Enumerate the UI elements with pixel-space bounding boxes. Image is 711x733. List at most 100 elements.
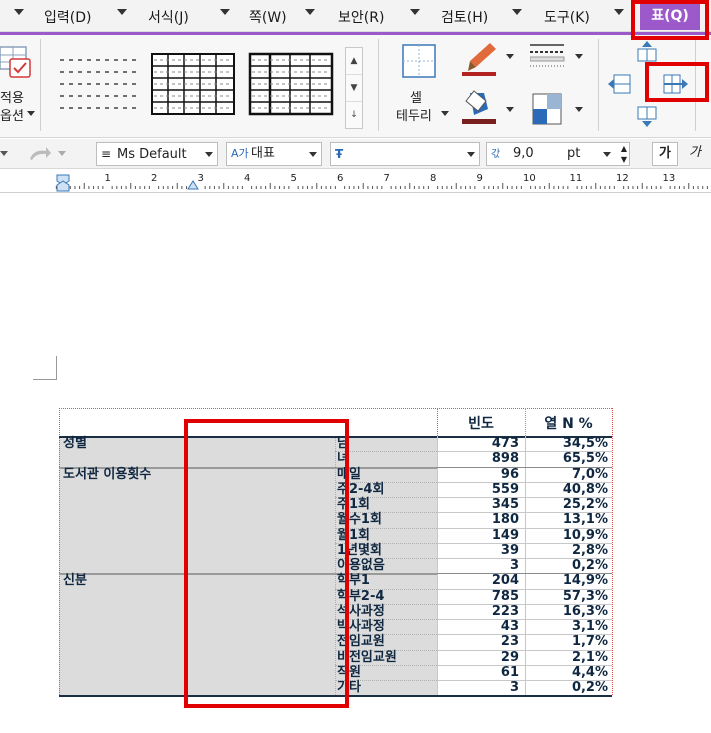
- redo-dropdown-icon[interactable]: [58, 151, 66, 157]
- frequency-value: 61: [500, 664, 519, 680]
- ruler-number: 11: [570, 173, 583, 184]
- font-size-value: 9,0: [513, 146, 534, 161]
- insert-above-icon[interactable]: [636, 41, 658, 63]
- menu-dropdown-arrow-icon[interactable]: [305, 9, 315, 15]
- row-line: [335, 451, 437, 453]
- table-left-guide: [59, 408, 60, 696]
- font-name-dropdown-icon[interactable]: [467, 152, 475, 157]
- highlight-table-menu: [631, 0, 709, 40]
- group-rule: [437, 573, 612, 575]
- frequency-value: 204: [491, 573, 519, 589]
- frequency-value: 96: [500, 466, 519, 482]
- ruler-number: 5: [291, 173, 297, 184]
- frequency-value: 473: [491, 436, 519, 451]
- apply-options-label-1: 적용: [0, 91, 24, 106]
- italic-button[interactable]: 가: [682, 142, 708, 166]
- percent-value: 3,1%: [571, 619, 608, 634]
- percent-value: 2,8%: [571, 542, 608, 558]
- menu-item-review[interactable]: 검토(H): [441, 7, 488, 27]
- scroll-more-icon[interactable]: ↓: [346, 102, 362, 129]
- percent-value: 34,5%: [562, 436, 608, 451]
- frequency-value: 345: [491, 497, 519, 512]
- apply-options-dropdown-icon[interactable]: [27, 111, 35, 117]
- menu-dropdown-arrow-icon[interactable]: [512, 9, 522, 15]
- ruler-number: 3: [198, 173, 204, 184]
- table-style-grid[interactable]: [150, 50, 236, 118]
- toolbar-dropdown-icon[interactable]: [0, 151, 8, 157]
- frequency-value: 785: [491, 588, 519, 604]
- font-size-spin-icon[interactable]: ▲ ▼: [621, 143, 627, 165]
- menu-bar: 입력(D) 서식(J) 쪽(W) 보안(R) 검토(H) 도구(K) 표(Q): [0, 0, 711, 32]
- percent-value: 14,9%: [562, 573, 608, 589]
- percent-value: 0,2%: [571, 558, 608, 573]
- font-icon: A가: [231, 147, 249, 160]
- insert-below-icon[interactable]: [636, 105, 658, 129]
- font-dropdown-icon[interactable]: [309, 152, 317, 157]
- table-ribbon: 적용 옵션 ▲ ▼ ↓ 셀 테두리: [0, 35, 711, 138]
- ribbon-separator: [598, 39, 599, 131]
- font-size-unit-dropdown-icon[interactable]: [603, 152, 611, 157]
- cell-fill-icon[interactable]: [460, 87, 500, 125]
- style-combo[interactable]: ≡ Ms Default: [96, 142, 218, 166]
- table-right-guide: [612, 408, 613, 696]
- style-dropdown-icon[interactable]: [205, 152, 213, 157]
- ruler-number: 2: [151, 173, 157, 184]
- line-style-dropdown-icon[interactable]: [575, 54, 583, 60]
- ruler-number: 8: [430, 173, 436, 184]
- page-margin-corner-mark: [33, 356, 57, 380]
- line-style-icon[interactable]: [530, 41, 566, 69]
- font-combo[interactable]: A가 대표: [226, 142, 322, 166]
- menu-dropdown-arrow-icon[interactable]: [614, 9, 624, 15]
- horizontal-ruler[interactable]: 1 2 3 4 5 6 7 8 9 10 11 12 13: [0, 169, 711, 193]
- cell-shade-dropdown-icon[interactable]: [575, 107, 583, 113]
- frequency-value: 223: [491, 603, 519, 619]
- apply-options-label-2: 옵션: [0, 109, 24, 124]
- bold-button[interactable]: 가: [652, 142, 678, 166]
- insert-left-icon[interactable]: [608, 73, 632, 95]
- table-style-grid-heavy[interactable]: [248, 50, 334, 118]
- highlight-inserted-column: [184, 419, 349, 708]
- cell-border-dropdown-icon[interactable]: [441, 111, 449, 117]
- header-top-guide: [59, 408, 612, 409]
- menu-dropdown-arrow-icon[interactable]: [410, 9, 420, 15]
- font-value: 대표: [251, 146, 275, 161]
- frequency-value: 3: [509, 558, 519, 573]
- cell-fill-dropdown-icon[interactable]: [506, 107, 514, 113]
- font-name-combo[interactable]: Ŧ: [330, 142, 480, 166]
- menu-item-format[interactable]: 서식(J): [148, 7, 189, 27]
- table-style-dashed[interactable]: [56, 50, 142, 118]
- menu-item-security[interactable]: 보안(R): [338, 7, 384, 27]
- font-size-icon: 갃: [491, 149, 501, 160]
- menu-item-input[interactable]: 입력(D): [44, 7, 91, 27]
- cell-border-icon[interactable]: [401, 43, 437, 79]
- frequency-value: 3: [509, 680, 519, 695]
- menu-dropdown-arrow-icon[interactable]: [220, 9, 230, 15]
- border-pen-dropdown-icon[interactable]: [506, 54, 514, 60]
- scroll-down-icon[interactable]: ▼: [346, 75, 362, 102]
- percent-value: 1,7%: [571, 634, 608, 650]
- border-pen-icon[interactable]: [460, 41, 500, 77]
- percent-value: 40,8%: [562, 481, 608, 497]
- ruler-number: 7: [384, 173, 390, 184]
- menu-item-page[interactable]: 쪽(W): [249, 7, 287, 27]
- ruler-number: 4: [244, 173, 250, 184]
- paragraph-style-icon: ≡: [101, 147, 112, 161]
- cell-shade-icon[interactable]: [532, 93, 562, 125]
- ruler-number: 12: [616, 173, 629, 184]
- cell-border-label-1: 셀: [410, 91, 422, 106]
- group-label: 신분: [63, 573, 87, 589]
- percent-value: 25,2%: [562, 497, 608, 512]
- header-frequency: 빈도: [468, 416, 494, 432]
- group-label: 도서관 이용횟수: [63, 466, 152, 482]
- menu-item-tools[interactable]: 도구(K): [544, 7, 590, 27]
- scroll-up-icon[interactable]: ▲: [346, 48, 362, 75]
- apply-options-icon[interactable]: [0, 45, 34, 81]
- redo-icon[interactable]: [28, 145, 52, 163]
- table-style-scroller[interactable]: ▲ ▼ ↓: [345, 47, 363, 129]
- percent-value: 4,4%: [571, 664, 608, 680]
- tab-marker[interactable]: [187, 180, 199, 190]
- menu-dropdown-arrow-icon[interactable]: [14, 9, 24, 15]
- font-size-combo[interactable]: 갃 9,0 pt ▲ ▼: [486, 142, 630, 166]
- cell-border-label-2: 테두리: [396, 109, 432, 124]
- menu-dropdown-arrow-icon[interactable]: [117, 9, 127, 15]
